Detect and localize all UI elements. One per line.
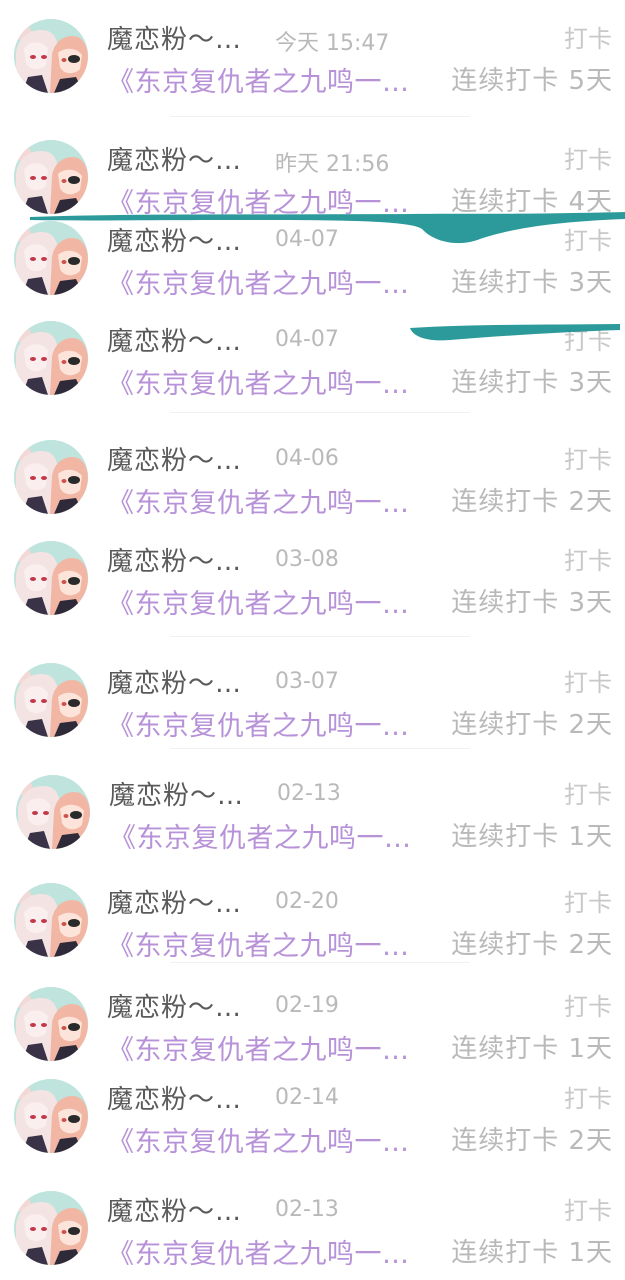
checkin-item[interactable]: 魔恋粉～… 今天 15:47 打卡《东京复仇者之九鸣一… 连续打卡 5天 bbox=[0, 15, 625, 105]
user-name: 魔恋粉～… bbox=[107, 25, 243, 55]
checkin-tag: 打卡 bbox=[564, 547, 612, 575]
checkin-tag: 打卡 bbox=[564, 669, 612, 697]
checkin-tag: 打卡 bbox=[564, 1197, 612, 1225]
avatar[interactable] bbox=[16, 775, 90, 849]
post-time: 03-08 bbox=[275, 547, 339, 572]
checkin-tag: 打卡 bbox=[564, 889, 612, 917]
user-name: 魔恋粉～… bbox=[107, 1197, 243, 1227]
user-name: 魔恋粉～… bbox=[107, 1085, 243, 1115]
avatar[interactable] bbox=[14, 987, 88, 1061]
avatar[interactable] bbox=[14, 440, 88, 514]
checkin-tag: 打卡 bbox=[564, 25, 612, 53]
checkin-tag: 打卡 bbox=[564, 993, 612, 1021]
user-name: 魔恋粉～… bbox=[107, 547, 243, 577]
avatar[interactable] bbox=[14, 1191, 88, 1265]
checkin-item[interactable]: 魔恋粉～… 02-19 打卡《东京复仇者之九鸣一… 连续打卡 1天 bbox=[0, 983, 625, 1073]
row-divider bbox=[170, 748, 470, 749]
row-divider bbox=[170, 962, 470, 963]
post-time: 04-06 bbox=[275, 446, 339, 471]
book-title-link[interactable]: 《东京复仇者之九鸣一… bbox=[107, 60, 410, 99]
row-divider bbox=[170, 116, 470, 117]
checkin-tag: 打卡 bbox=[564, 146, 612, 174]
post-time: 02-13 bbox=[277, 781, 341, 806]
user-name: 魔恋粉～… bbox=[107, 669, 243, 699]
streak-text: 连续打卡 3天 bbox=[451, 588, 613, 618]
checkin-tag: 打卡 bbox=[564, 1085, 612, 1113]
avatar[interactable] bbox=[14, 541, 88, 615]
avatar[interactable] bbox=[14, 19, 88, 93]
teal-brush-stroke bbox=[410, 324, 620, 341]
checkin-item[interactable]: 魔恋粉～… 03-08 打卡《东京复仇者之九鸣一… 连续打卡 3天 bbox=[0, 537, 625, 627]
avatar[interactable] bbox=[14, 1079, 88, 1153]
checkin-item[interactable]: 魔恋粉～… 03-07 打卡《东京复仇者之九鸣一… 连续打卡 2天 bbox=[0, 659, 625, 749]
streak-text: 连续打卡 5天 bbox=[451, 66, 613, 96]
checkin-item[interactable]: 魔恋粉～… 04-06 打卡《东京复仇者之九鸣一… 连续打卡 2天 bbox=[0, 436, 625, 526]
checkin-item[interactable]: 魔恋粉～… 02-13 打卡《东京复仇者之九鸣一… 连续打卡 1天 bbox=[0, 1187, 625, 1277]
streak-text: 连续打卡 1天 bbox=[451, 822, 613, 852]
book-title-link[interactable]: 《东京复仇者之九鸣一… bbox=[107, 1028, 410, 1067]
user-name: 魔恋粉～… bbox=[107, 146, 243, 176]
post-time: 02-19 bbox=[275, 993, 339, 1018]
book-title-link[interactable]: 《东京复仇者之九鸣一… bbox=[109, 816, 412, 855]
avatar[interactable] bbox=[14, 883, 88, 957]
streak-text: 连续打卡 2天 bbox=[451, 930, 613, 960]
post-time: 04-07 bbox=[275, 327, 339, 352]
streak-text: 连续打卡 1天 bbox=[451, 1034, 613, 1064]
checkin-item[interactable]: 魔恋粉～… 02-14 打卡《东京复仇者之九鸣一… 连续打卡 2天 bbox=[0, 1075, 625, 1165]
row-divider bbox=[170, 636, 470, 637]
post-time: 昨天 21:56 bbox=[275, 152, 390, 177]
book-title-link[interactable]: 《东京复仇者之九鸣一… bbox=[107, 362, 410, 401]
book-title-link[interactable]: 《东京复仇者之九鸣一… bbox=[107, 704, 410, 743]
book-title-link[interactable]: 《东京复仇者之九鸣一… bbox=[107, 582, 410, 621]
post-time: 02-13 bbox=[275, 1197, 339, 1222]
book-title-link[interactable]: 《东京复仇者之九鸣一… bbox=[107, 262, 410, 301]
streak-text: 连续打卡 1天 bbox=[451, 1238, 613, 1268]
streak-text: 连续打卡 2天 bbox=[451, 710, 613, 740]
checkin-item[interactable]: 魔恋粉～… 02-20 打卡《东京复仇者之九鸣一… 连续打卡 2天 bbox=[0, 879, 625, 969]
post-time: 今天 15:47 bbox=[275, 31, 390, 56]
book-title-link[interactable]: 《东京复仇者之九鸣一… bbox=[107, 481, 410, 520]
avatar[interactable] bbox=[14, 140, 88, 214]
checkin-tag: 打卡 bbox=[564, 446, 612, 474]
checkin-tag: 打卡 bbox=[564, 781, 612, 809]
book-title-link[interactable]: 《东京复仇者之九鸣一… bbox=[107, 1120, 410, 1159]
post-time: 02-14 bbox=[275, 1085, 339, 1110]
avatar[interactable] bbox=[14, 321, 88, 395]
user-name: 魔恋粉～… bbox=[107, 446, 243, 476]
avatar[interactable] bbox=[14, 663, 88, 737]
book-title-link[interactable]: 《东京复仇者之九鸣一… bbox=[107, 1232, 410, 1271]
streak-text: 连续打卡 3天 bbox=[451, 268, 613, 298]
checkin-item[interactable]: 魔恋粉～… 02-13 打卡《东京复仇者之九鸣一… 连续打卡 1天 bbox=[0, 771, 625, 861]
streak-text: 连续打卡 2天 bbox=[451, 1126, 613, 1156]
post-time: 03-07 bbox=[275, 669, 339, 694]
user-name: 魔恋粉～… bbox=[107, 889, 243, 919]
teal-brush-stroke bbox=[30, 212, 625, 244]
user-name: 魔恋粉～… bbox=[109, 781, 245, 811]
post-time: 02-20 bbox=[275, 889, 339, 914]
row-divider bbox=[170, 412, 470, 413]
streak-text: 连续打卡 2天 bbox=[451, 487, 613, 517]
book-title-link[interactable]: 《东京复仇者之九鸣一… bbox=[107, 924, 410, 963]
user-name: 魔恋粉～… bbox=[107, 327, 243, 357]
user-name: 魔恋粉～… bbox=[107, 993, 243, 1023]
streak-text: 连续打卡 3天 bbox=[451, 368, 613, 398]
